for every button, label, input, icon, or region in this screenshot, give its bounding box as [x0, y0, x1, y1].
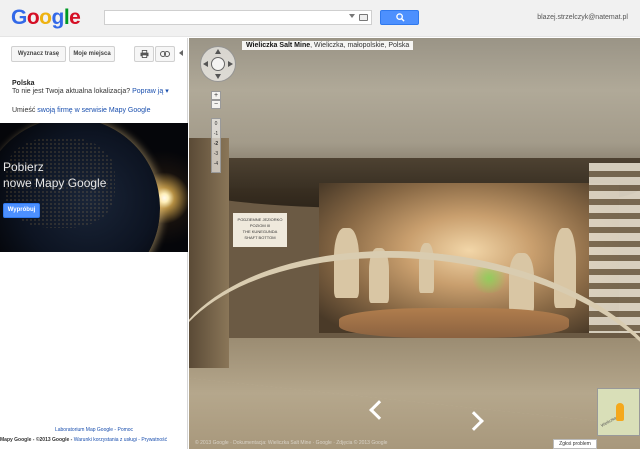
business-prefix: Umieść [12, 107, 36, 114]
mini-map-label: Wieliczka [599, 415, 618, 428]
logo-letter: g [51, 6, 65, 29]
info-sign: PODZIEMNE JEZIORKO POZIOM III THE KUNEGU… [231, 211, 289, 249]
zoom-level[interactable]: -2 [212, 141, 220, 147]
try-new-maps-button[interactable]: Wypróbuj [3, 203, 40, 218]
logo-letter: o [39, 6, 52, 29]
fix-location-link[interactable]: Popraw ją ▾ [132, 88, 169, 95]
route-button[interactable]: Wyznacz trasę [11, 46, 66, 62]
footer-legal: Mapy Google - ©2013 Google - Warunki kor… [0, 437, 188, 443]
location-text: To nie jest Twoja aktualna lokalizacja? [12, 88, 131, 95]
zoom-level[interactable]: -4 [212, 161, 220, 167]
logo-letter: G [11, 6, 27, 29]
panorama-title: Wieliczka Salt Mine, Wieliczka, małopols… [242, 41, 414, 50]
place-title: Polska [12, 80, 35, 87]
promo-line-2: nowe Mapy Google [3, 176, 107, 190]
search-icon [396, 13, 405, 22]
collapse-panel-icon[interactable] [179, 50, 183, 56]
logo-letter: o [26, 6, 40, 29]
zoom-in-button[interactable]: + [211, 91, 221, 100]
chevron-down-icon[interactable] [349, 14, 355, 18]
zoom-level[interactable]: -3 [212, 151, 220, 157]
report-problem-button[interactable]: Zgłoś problem [553, 439, 597, 449]
terms-privacy-links[interactable]: Warunki korzystania z usługi - Prywatnoś… [74, 437, 167, 443]
my-places-button[interactable]: Moje miejsca [69, 46, 115, 62]
promo-heading: Pobierz nowe Mapy Google [3, 159, 106, 191]
link-icon [160, 51, 170, 57]
location-notice: To nie jest Twoja aktualna lokalizacja? … [12, 87, 169, 95]
keyboard-icon[interactable] [359, 14, 368, 21]
footer-links[interactable]: Laboratorium Map Google - Pomoc [0, 427, 188, 433]
sidebar-panel: Wyznacz trasę Moje miejsca Polska To nie… [0, 38, 188, 449]
search-button[interactable] [380, 10, 419, 25]
panorama-title-bold: Wieliczka Salt Mine [246, 42, 311, 49]
pegman-icon[interactable] [616, 403, 624, 421]
street-view-panorama[interactable]: PODZIEMNE JEZIORKO POZIOM III THE KUNEGU… [189, 38, 640, 449]
new-maps-promo: Pobierz nowe Mapy Google Wypróbuj [0, 123, 188, 252]
business-notice: Umieść swoją firmę w serwisie Mapy Googl… [12, 107, 151, 114]
zoom-slider[interactable]: 0 -1 -2 -3 -4 [211, 118, 221, 173]
zoom-level[interactable]: -1 [212, 131, 220, 137]
user-account-link[interactable]: blazej.strzelczyk@natemat.pl [537, 14, 628, 21]
link-button[interactable] [155, 46, 175, 62]
compass-control[interactable] [200, 46, 236, 82]
google-logo[interactable]: Google [11, 6, 81, 30]
zoom-out-button[interactable]: − [211, 100, 221, 109]
print-button[interactable] [134, 46, 154, 62]
panorama-title-rest: , Wieliczka, małopolskie, Polska [310, 42, 410, 49]
zoom-level[interactable]: 0 [212, 121, 220, 127]
mini-map[interactable]: Wieliczka [597, 388, 640, 436]
search-input[interactable] [104, 10, 372, 25]
copyright-text: © 2013 Google · Dokumentacja: Wieliczka … [195, 440, 388, 446]
promo-line-1: Pobierz [3, 160, 44, 174]
logo-letter: e [69, 6, 81, 29]
footer-legal-prefix: Mapy Google - ©2013 Google - [0, 437, 73, 443]
printer-icon [140, 50, 148, 58]
compass-center[interactable] [211, 57, 225, 71]
top-bar: Google blazej.strzelczyk@natemat.pl [0, 0, 640, 37]
add-business-link[interactable]: swoją firmę w serwisie Mapy Google [37, 107, 150, 114]
